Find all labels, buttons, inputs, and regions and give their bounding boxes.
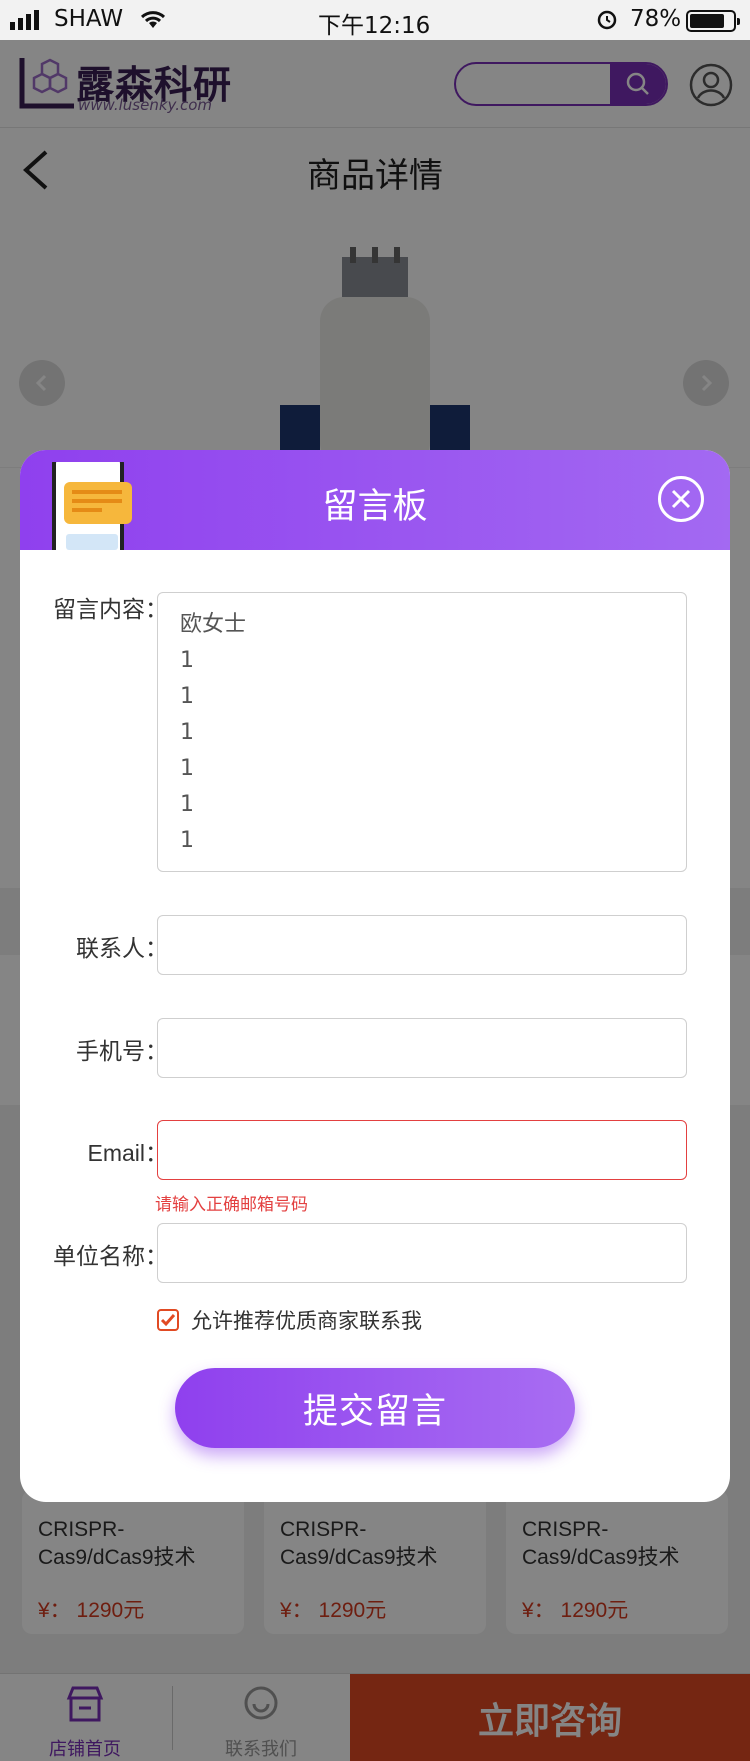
contact-label: 联系人： <box>76 936 168 962</box>
signal-icon <box>10 10 39 30</box>
alarm-icon <box>597 10 617 30</box>
message-board-modal: 留言板 留言内容： 欧女士 1 1 1 1 1 1 联系人： 手机号： Emai… <box>20 450 730 1502</box>
message-textarea[interactable]: 欧女士 1 1 1 1 1 1 <box>157 592 687 872</box>
close-button[interactable] <box>658 476 704 522</box>
checkmark-icon <box>160 1314 176 1327</box>
email-field[interactable] <box>157 1120 687 1180</box>
close-icon <box>671 489 691 509</box>
wifi-icon <box>140 11 166 28</box>
carrier-name: SHAW <box>54 6 124 32</box>
submit-message-button[interactable]: 提交留言 <box>175 1368 575 1448</box>
phone-label: 手机号： <box>76 1039 168 1065</box>
status-bar: SHAW 下午12:16 78% <box>0 0 750 40</box>
message-label: 留言内容： <box>53 597 168 623</box>
email-error-message: 请输入正确邮箱号码 <box>155 1195 308 1215</box>
battery-icon <box>686 10 740 32</box>
consent-row[interactable]: 允许推荐优质商家联系我 <box>157 1305 422 1335</box>
contact-name-field[interactable] <box>157 915 687 975</box>
email-label: Email： <box>87 1140 168 1166</box>
modal-header: 留言板 <box>20 450 730 550</box>
consent-checkbox[interactable] <box>157 1309 179 1331</box>
modal-title: 留言板 <box>322 487 428 527</box>
company-field[interactable] <box>157 1223 687 1283</box>
battery-percent: 78% <box>630 6 682 32</box>
phone-field[interactable] <box>157 1018 687 1078</box>
status-time: 下午12:16 <box>318 13 431 39</box>
company-label: 单位名称： <box>53 1244 168 1270</box>
consent-label: 允许推荐优质商家联系我 <box>191 1309 422 1333</box>
